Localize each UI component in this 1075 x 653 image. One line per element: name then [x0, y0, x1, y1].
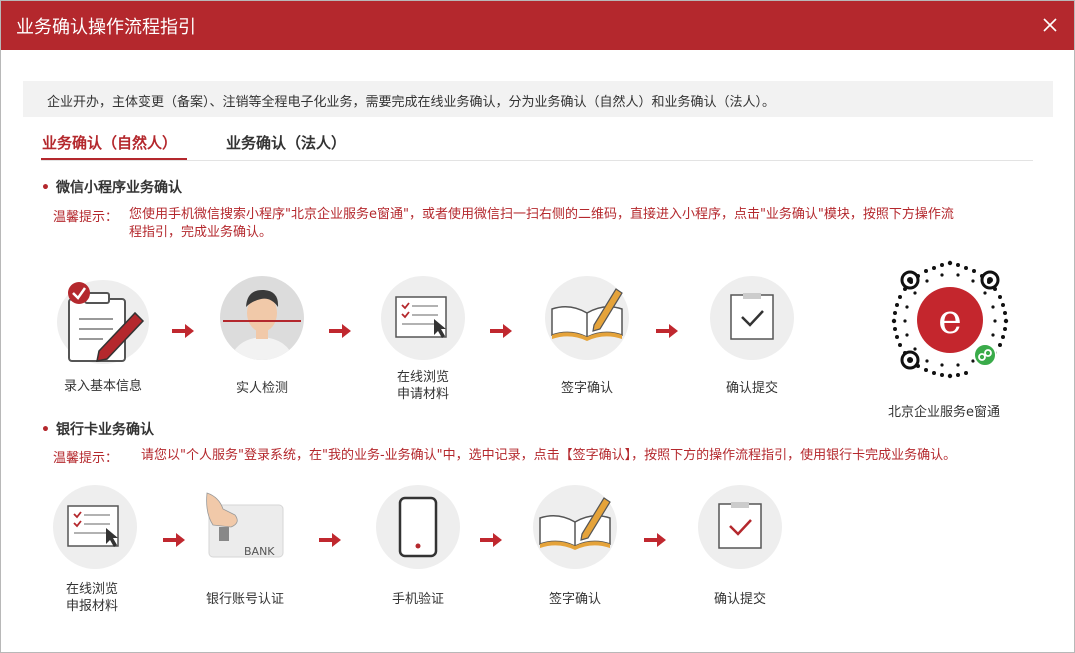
- clipboard-pen-icon: [57, 280, 149, 364]
- checkbox-icon: [698, 485, 782, 569]
- bank-step-submit-label: 确认提交: [713, 592, 766, 607]
- arrow-right-icon: [329, 324, 351, 338]
- wechat-section-title: • 微信小程序业务确认: [41, 180, 182, 196]
- tab-natural-person[interactable]: 业务确认（自然人）: [42, 132, 177, 153]
- arrow-right-icon: [644, 533, 666, 547]
- bank-hint-label: 温馨提示：: [53, 451, 119, 466]
- step-submit-label: 确认提交: [725, 381, 778, 396]
- arrow-right-icon: [319, 533, 341, 547]
- arrow-right-icon: [656, 324, 678, 338]
- arrow-right-icon: [480, 533, 502, 547]
- step-face-check-label: 实人检测: [235, 381, 288, 396]
- dialog-title: 业务确认操作流程指引: [16, 17, 196, 38]
- wechat-hint-text: 您使用手机微信搜索小程序"北京企业服务e窗通"，或者使用微信扫一扫右侧的二维码，…: [129, 207, 954, 240]
- book-pen-icon: [545, 276, 629, 360]
- bank-hint-text: 请您以"个人服务"登录系统，在"我的业务-业务确认"中，选中记录，点击【签字确认…: [141, 448, 957, 463]
- document-cursor-icon: [53, 485, 137, 569]
- checkbox-icon: [710, 276, 794, 360]
- svg-text:e: e: [938, 297, 962, 343]
- qr-code-icon[interactable]: e: [887, 257, 1013, 383]
- arrow-right-icon: [172, 324, 194, 338]
- bank-step-phone-label: 手机验证: [391, 592, 444, 607]
- bank-step-account-label: 银行账号认证: [205, 592, 284, 607]
- tab-divider: [41, 160, 1033, 161]
- bank-card-text: BANK: [244, 545, 275, 558]
- qr-code-label: 北京企业服务e窗通: [888, 405, 1000, 420]
- dialog-titlebar: 业务确认操作流程指引: [1, 1, 1074, 50]
- phone-icon: [376, 485, 460, 569]
- wechat-hint-label: 温馨提示：: [53, 210, 119, 225]
- step-enter-info-label: 录入基本信息: [63, 379, 142, 394]
- face-detection-icon: [220, 276, 304, 360]
- step-browse-application-label: 在线浏览 申请材料: [396, 370, 449, 402]
- document-cursor-icon: [381, 276, 465, 360]
- arrow-right-icon: [490, 324, 512, 338]
- guide-dialog: 业务确认操作流程指引 企业开办，主体变更（备案）、注销等全程电子化业务，需要完成…: [0, 0, 1075, 653]
- arrow-right-icon: [163, 533, 185, 547]
- book-pen-icon: [533, 485, 617, 569]
- close-icon[interactable]: [1040, 15, 1060, 35]
- notice-bar: 企业开办，主体变更（备案）、注销等全程电子化业务，需要完成在线业务确认，分为业务…: [23, 81, 1053, 117]
- step-sign-label: 签字确认: [560, 381, 613, 396]
- notice-text: 企业开办，主体变更（备案）、注销等全程电子化业务，需要完成在线业务确认，分为业务…: [47, 95, 776, 110]
- bank-step-browse-label: 在线浏览 申报材料: [65, 582, 118, 614]
- bank-section-title: • 银行卡业务确认: [41, 422, 154, 438]
- bank-step-sign-label: 签字确认: [548, 592, 601, 607]
- tab-legal-person[interactable]: 业务确认（法人）: [226, 132, 346, 153]
